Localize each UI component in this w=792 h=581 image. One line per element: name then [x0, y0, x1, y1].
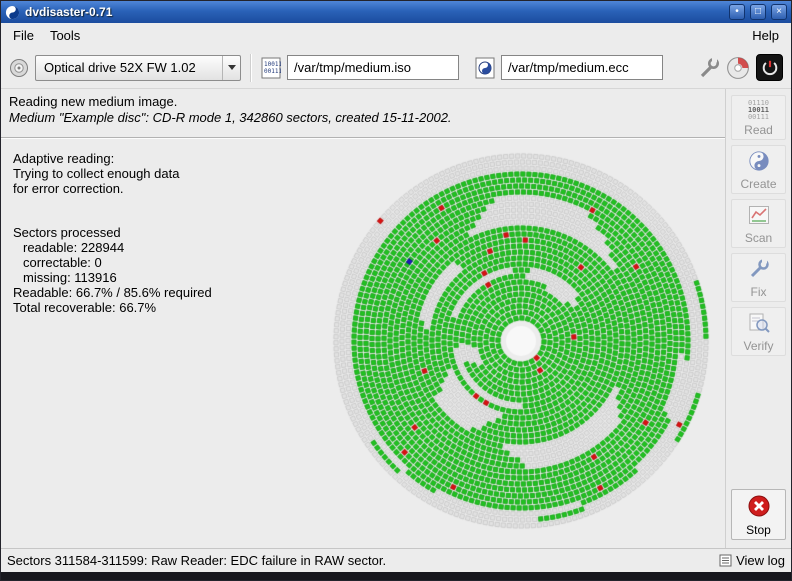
- menu-tools[interactable]: Tools: [42, 25, 88, 46]
- heading-line1: Reading new medium image.: [9, 94, 717, 110]
- chevron-down-icon: [228, 65, 236, 70]
- read-button-label: Read: [744, 123, 773, 137]
- sectors-readable: readable: 228944: [13, 240, 212, 255]
- mode-desc-2: for error correction.: [13, 181, 212, 196]
- fix-button-label: Fix: [751, 285, 767, 299]
- mode-desc-1: Trying to collect enough data: [13, 166, 212, 181]
- fix-wrench-icon: [748, 258, 770, 283]
- create-button-label: Create: [740, 177, 776, 191]
- quit-button[interactable]: [756, 54, 783, 81]
- create-button[interactable]: Create: [731, 145, 786, 194]
- drive-select[interactable]: Optical drive 52X FW 1.02: [35, 55, 241, 81]
- content: Reading new medium image. Medium "Exampl…: [1, 89, 791, 548]
- verify-button[interactable]: Verify: [731, 307, 786, 356]
- sectors-missing: missing: 113916: [13, 270, 212, 285]
- fix-button[interactable]: Fix: [731, 253, 786, 302]
- cd-icon[interactable]: [726, 56, 750, 80]
- verify-magnifier-icon: [748, 312, 770, 337]
- combo-arrow-box[interactable]: [222, 56, 240, 80]
- app-window: dvdisaster-0.71 • □ × File Tools Help Op…: [0, 0, 792, 581]
- yin-yang-icon: [748, 150, 770, 175]
- total-recoverable: Total recoverable: 66.7%: [13, 300, 212, 315]
- svg-text:10011: 10011: [264, 61, 281, 68]
- main-area: Reading new medium image. Medium "Exampl…: [1, 89, 725, 548]
- sector-spiral: [327, 147, 715, 535]
- verify-button-label: Verify: [743, 339, 773, 353]
- power-icon: [761, 59, 779, 77]
- mode-title: Adaptive reading:: [13, 151, 212, 166]
- stop-button[interactable]: Stop: [731, 489, 786, 540]
- workarea: Adaptive reading: Trying to collect enou…: [1, 139, 725, 548]
- window-title: dvdisaster-0.71: [25, 5, 724, 19]
- binary-row: 00111: [748, 114, 769, 121]
- read-button[interactable]: 01110 10011 00111 Read: [731, 95, 786, 140]
- status-heading: Reading new medium image. Medium "Exampl…: [1, 89, 725, 133]
- statusbar: Sectors 311584-311599: Raw Reader: EDC f…: [1, 548, 791, 572]
- drive-select-value: Optical drive 52X FW 1.02: [44, 60, 222, 75]
- titlebar[interactable]: dvdisaster-0.71 • □ ×: [1, 1, 791, 23]
- scan-button[interactable]: Scan: [731, 199, 786, 248]
- maximize-button[interactable]: □: [750, 4, 766, 20]
- view-log-button[interactable]: View log: [719, 553, 785, 568]
- stop-button-label: Stop: [746, 523, 771, 537]
- readable-percent: Readable: 66.7% / 85.6% required: [13, 285, 212, 300]
- scan-button-label: Scan: [745, 231, 772, 245]
- drive-icon: [9, 58, 29, 78]
- stop-icon: [747, 494, 771, 521]
- menu-help[interactable]: Help: [744, 25, 787, 46]
- iso-path-input[interactable]: [287, 55, 459, 80]
- iso-file-icon: 10011 00111: [261, 57, 281, 79]
- heading-line2: Medium "Example disc": CD-R mode 1, 3428…: [9, 110, 717, 126]
- window-bottom-border: [1, 572, 791, 580]
- read-binary-icon: 01110 10011 00111: [748, 100, 769, 121]
- app-icon: [5, 5, 20, 20]
- sectors-correctable: correctable: 0: [13, 255, 212, 270]
- info-panel: Adaptive reading: Trying to collect enou…: [13, 151, 212, 315]
- ecc-path-input[interactable]: [501, 55, 663, 80]
- view-log-label: View log: [736, 553, 785, 568]
- sectors-title: Sectors processed: [13, 225, 212, 240]
- ecc-file-icon: [475, 57, 495, 79]
- close-button[interactable]: ×: [771, 4, 787, 20]
- preferences-wrench-icon[interactable]: [698, 57, 720, 79]
- scan-chart-icon: [748, 204, 770, 229]
- minimize-button[interactable]: •: [729, 4, 745, 20]
- action-sidebar: 01110 10011 00111 Read Create: [725, 89, 791, 548]
- menubar: File Tools Help: [1, 23, 791, 47]
- svg-text:00111: 00111: [264, 68, 281, 75]
- menu-file[interactable]: File: [5, 25, 42, 46]
- toolbar-separator: [250, 54, 252, 82]
- log-icon: [719, 554, 732, 567]
- toolbar: Optical drive 52X FW 1.02 10011 00111: [1, 47, 791, 89]
- status-message: Sectors 311584-311599: Raw Reader: EDC f…: [7, 553, 715, 568]
